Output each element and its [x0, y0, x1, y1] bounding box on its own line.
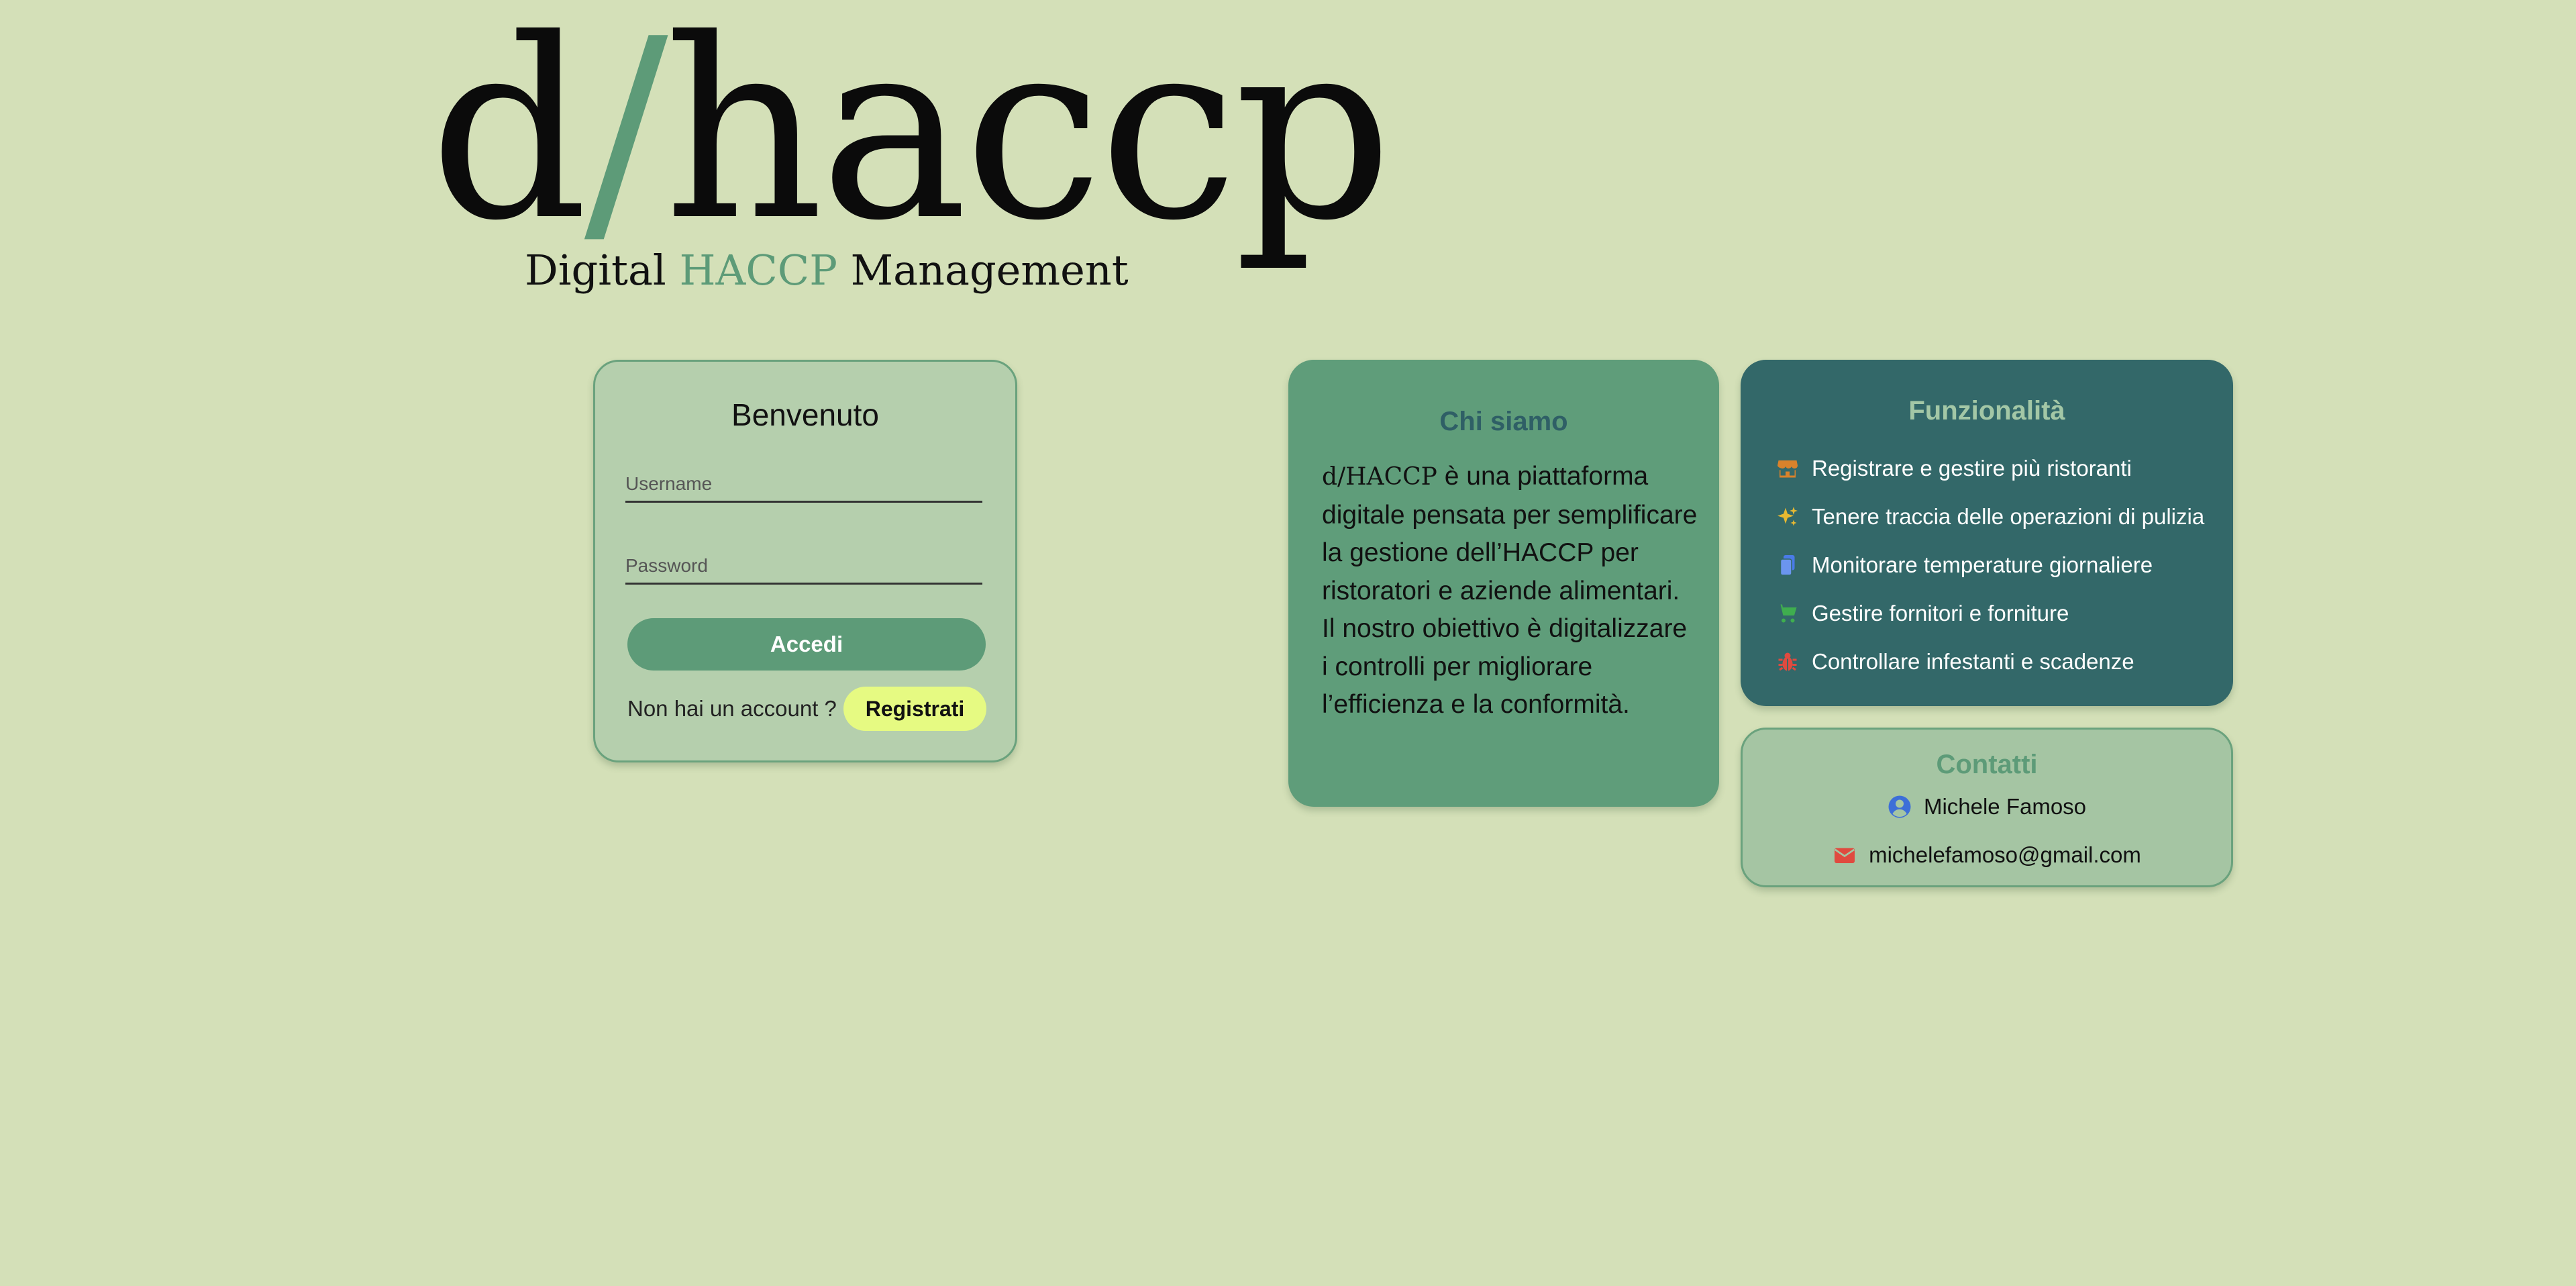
- about-body: è una piattaforma digitale pensata per s…: [1322, 462, 1698, 719]
- contact-email[interactable]: michelefamoso@gmail.com: [1869, 842, 2141, 868]
- contact-name-row: Michele Famoso: [1743, 794, 2231, 820]
- feature-label: Monitorare temperature giornaliere: [1812, 552, 2153, 577]
- features-card: Funzionalità Registrare e gestire più ri…: [1741, 360, 2233, 706]
- envelope-icon: [1835, 848, 1855, 863]
- register-button[interactable]: Registrati: [843, 687, 986, 731]
- store-icon: [1778, 460, 1798, 478]
- feature-item: Registrare e gestire più ristoranti: [1775, 444, 2204, 493]
- feature-label: Registrare e gestire più ristoranti: [1812, 456, 2132, 481]
- contacts-title: Contatti: [1936, 750, 2038, 779]
- bug-icon: [1778, 652, 1797, 671]
- tagline-part1: Digital: [525, 246, 666, 295]
- about-card: Chi siamo d/HACCP è una piattaforma digi…: [1288, 360, 1719, 807]
- features-title: Funzionalità: [1908, 396, 2065, 426]
- login-button[interactable]: Accedi: [627, 618, 986, 671]
- app-logo: d/haccp: [429, 7, 1393, 255]
- feature-label: Gestire fornitori e forniture: [1812, 601, 2069, 626]
- feature-item: Tenere traccia delle operazioni di puliz…: [1775, 493, 2204, 541]
- about-text: d/HACCP è una piattaforma digitale pensa…: [1322, 458, 1698, 724]
- about-brand: d/HACCP: [1322, 463, 1437, 491]
- contact-email-row: michelefamoso@gmail.com: [1743, 842, 2231, 868]
- tagline-part2: Management: [850, 246, 1129, 295]
- contact-name: Michele Famoso: [1923, 794, 2087, 819]
- sparkles-icon: [1778, 507, 1798, 526]
- logo-suffix: haccp: [664, 0, 1393, 275]
- contacts-card: Contatti Michele Famoso michelefamoso@gm…: [1741, 728, 2233, 887]
- feature-item: Monitorare temperature giornaliere: [1775, 541, 2204, 589]
- cart-icon: [1778, 604, 1797, 623]
- user-circle-icon: [1888, 795, 1911, 818]
- feature-item: Gestire fornitori e forniture: [1775, 589, 2204, 638]
- feature-label: Tenere traccia delle operazioni di puliz…: [1812, 504, 2205, 529]
- feature-item: Controllare infestanti e scadenze: [1775, 638, 2204, 686]
- about-title: Chi siamo: [1439, 407, 1568, 436]
- username-input[interactable]: [625, 467, 982, 501]
- clipboard-icon: [1780, 555, 1795, 576]
- no-account-text: Non hai un account ?: [627, 696, 837, 721]
- logo-slash: /: [584, 0, 668, 275]
- username-field: [625, 467, 982, 503]
- feature-label: Controllare infestanti e scadenze: [1812, 649, 2134, 674]
- tagline-accent: HACCP: [679, 246, 837, 295]
- password-field: [625, 549, 982, 585]
- features-list: Registrare e gestire più ristoranti Tene…: [1775, 444, 2204, 686]
- tagline: Digital HACCP Management: [525, 246, 1129, 295]
- login-title: Benvenuto: [731, 397, 879, 432]
- password-input[interactable]: [625, 549, 982, 583]
- logo-prefix: d: [429, 0, 588, 275]
